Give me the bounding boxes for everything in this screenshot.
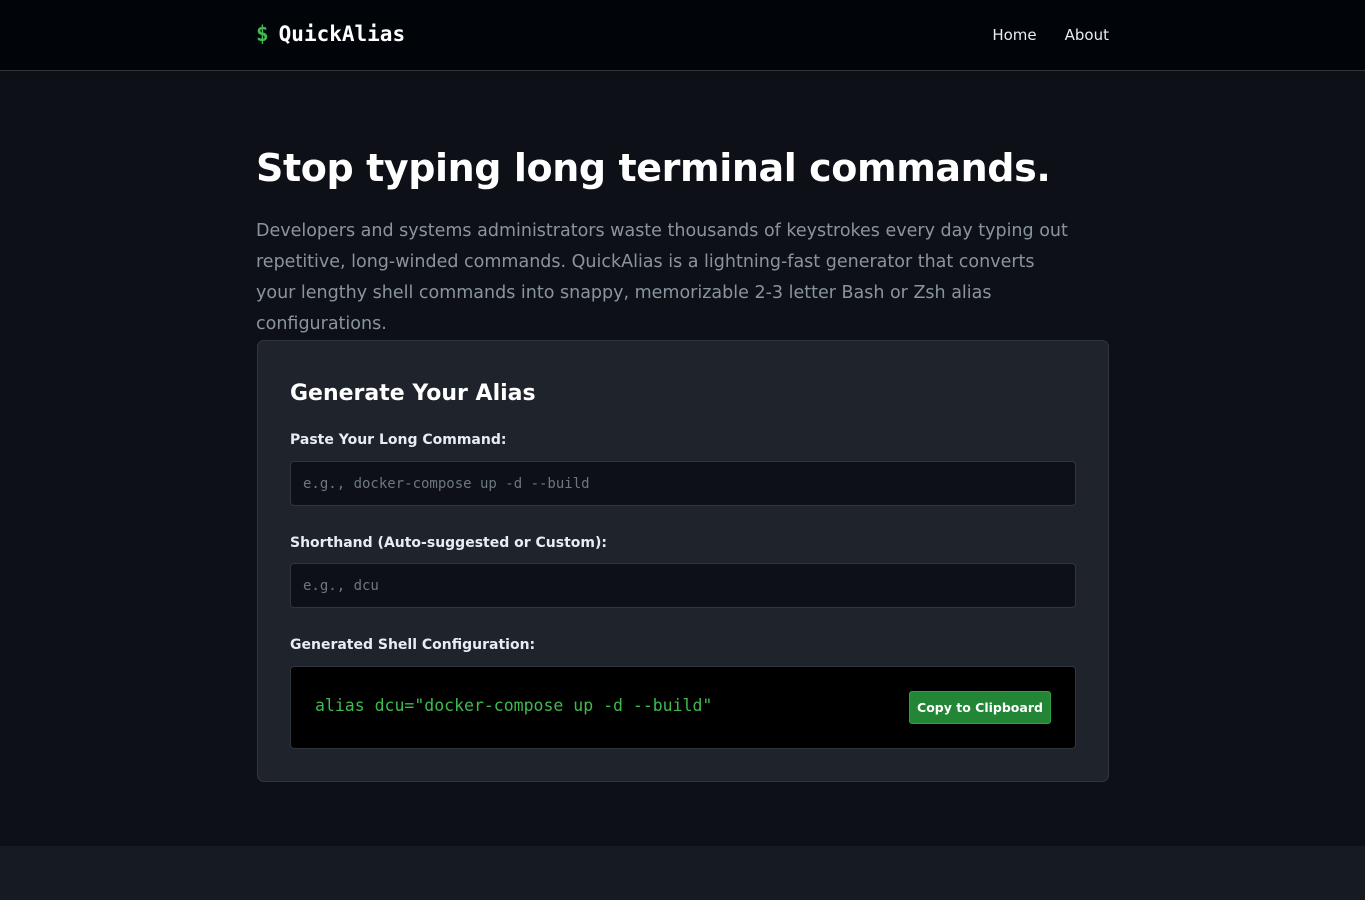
generator-title: Generate Your Alias bbox=[290, 381, 536, 406]
hero-title: Stop typing long terminal commands. bbox=[256, 146, 1051, 190]
output-box: alias dcu="docker-compose up -d --build"… bbox=[290, 666, 1076, 749]
nav-link-home[interactable]: Home bbox=[992, 26, 1036, 44]
nav-link-about[interactable]: About bbox=[1065, 26, 1109, 44]
copy-to-clipboard-button[interactable]: Copy to Clipboard bbox=[909, 691, 1051, 724]
shorthand-label: Shorthand (Auto-suggested or Custom): bbox=[290, 535, 607, 551]
dollar-prompt-icon: $ bbox=[256, 22, 269, 46]
alias-generator-card: Generate Your Alias Paste Your Long Comm… bbox=[257, 340, 1109, 782]
shorthand-input[interactable] bbox=[290, 563, 1076, 608]
output-label: Generated Shell Configuration: bbox=[290, 637, 536, 653]
nav-links: Home About bbox=[992, 26, 1109, 44]
generated-alias-code: alias dcu="docker-compose up -d --build" bbox=[315, 696, 713, 715]
command-input[interactable] bbox=[290, 461, 1076, 506]
brand-logo[interactable]: $ QuickAlias bbox=[256, 22, 405, 46]
brand-name: QuickAlias bbox=[278, 22, 406, 46]
command-label: Paste Your Long Command: bbox=[290, 432, 507, 448]
navbar: $ QuickAlias Home About bbox=[0, 0, 1365, 71]
footer bbox=[0, 846, 1365, 900]
hero-description: Developers and systems administrators wa… bbox=[256, 221, 1068, 334]
